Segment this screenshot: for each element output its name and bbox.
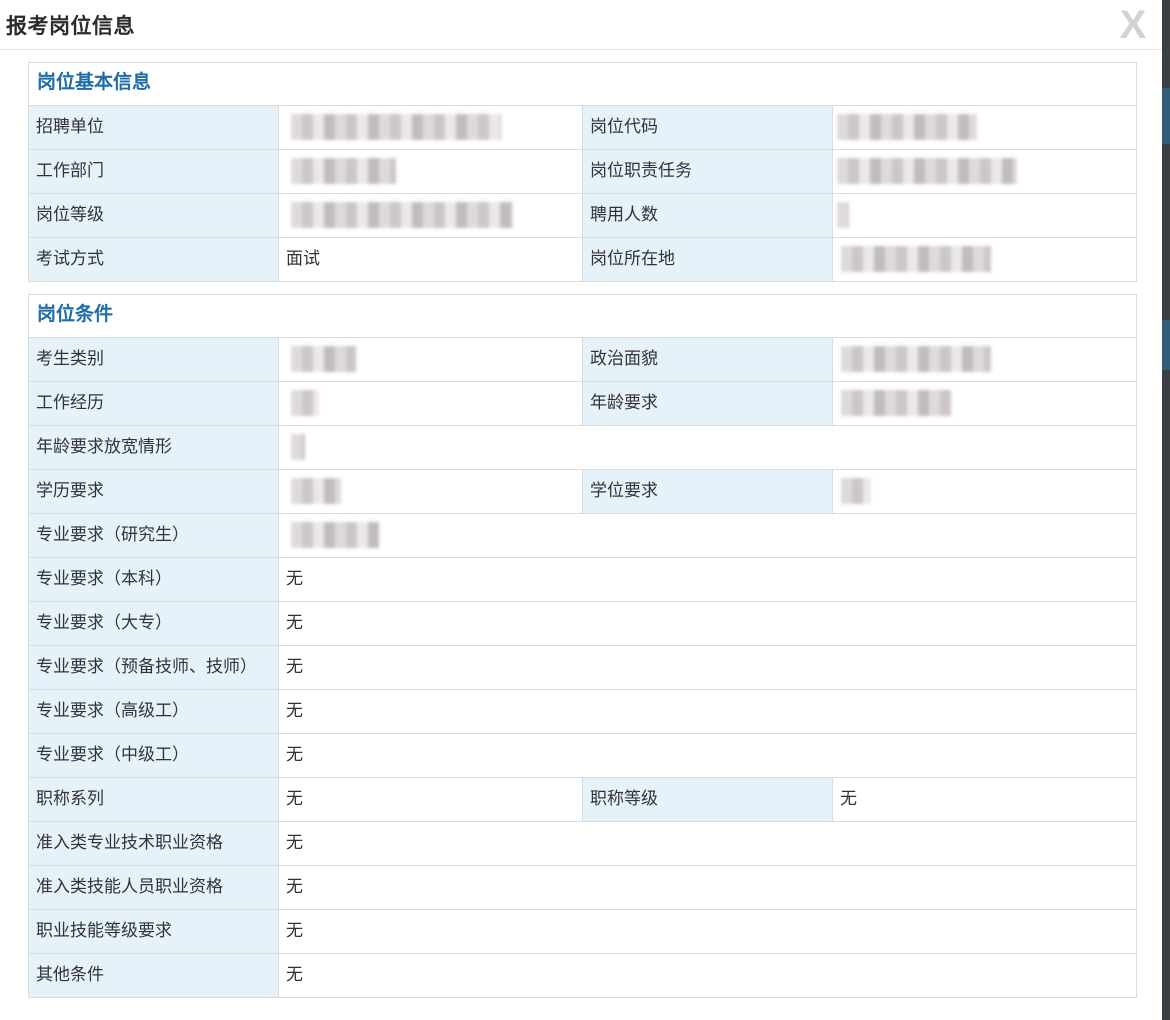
table-row: 专业要求（本科） 无 <box>29 558 1136 602</box>
label-post-code: 岗位代码 <box>583 106 833 149</box>
table-row: 学历要求 学位要求 <box>29 470 1136 514</box>
background-page-edge <box>1162 0 1170 1020</box>
redacted-value <box>291 522 379 548</box>
value-other-conditions: 无 <box>279 954 1136 997</box>
redacted-value <box>841 246 991 272</box>
background-accent <box>1162 88 1170 144</box>
label-title-level: 职称等级 <box>583 778 833 821</box>
redacted-value <box>837 202 849 228</box>
close-button[interactable]: X <box>1116 3 1150 47</box>
value-professional-qualification: 无 <box>279 822 1136 865</box>
label-professional-qualification: 准入类专业技术职业资格 <box>29 822 279 865</box>
table-row: 准入类技能人员职业资格 无 <box>29 866 1136 910</box>
table-row: 准入类专业技术职业资格 无 <box>29 822 1136 866</box>
label-political-status: 政治面貌 <box>583 338 833 381</box>
table-row: 考生类别 政治面貌 <box>29 338 1136 382</box>
value-age-relax <box>279 426 1136 469</box>
label-skill-level: 职业技能等级要求 <box>29 910 279 953</box>
label-education: 学历要求 <box>29 470 279 513</box>
label-age-relax: 年龄要求放宽情形 <box>29 426 279 469</box>
job-info-modal: 报考岗位信息 X 岗位基本信息 招聘单位 岗位代码 工作部门 岗位职责任务 岗位… <box>0 0 1162 1020</box>
value-major-postgrad <box>279 514 1136 557</box>
modal-header: 报考岗位信息 X <box>0 0 1162 50</box>
label-age-requirement: 年龄要求 <box>583 382 833 425</box>
value-title-level: 无 <box>833 778 1136 821</box>
value-work-experience <box>279 382 583 425</box>
value-skill-qualification: 无 <box>279 866 1136 909</box>
table-row: 专业要求（高级工） 无 <box>29 690 1136 734</box>
label-location: 岗位所在地 <box>583 238 833 281</box>
label-candidate-type: 考生类别 <box>29 338 279 381</box>
table-row: 职业技能等级要求 无 <box>29 910 1136 954</box>
table-row: 招聘单位 岗位代码 <box>29 106 1136 150</box>
table-row: 职称系列 无 职称等级 无 <box>29 778 1136 822</box>
section-title-conditions: 岗位条件 <box>29 295 1136 338</box>
value-headcount <box>833 194 1136 237</box>
label-department: 工作部门 <box>29 150 279 193</box>
table-row: 考试方式 面试 岗位所在地 <box>29 238 1136 282</box>
table-row: 岗位等级 聘用人数 <box>29 194 1136 238</box>
label-major-bachelor: 专业要求（本科） <box>29 558 279 601</box>
section-title-basic: 岗位基本信息 <box>29 63 1136 106</box>
modal-title: 报考岗位信息 <box>6 14 135 38</box>
value-degree <box>833 470 1136 513</box>
value-major-bachelor: 无 <box>279 558 1136 601</box>
table-row: 年龄要求放宽情形 <box>29 426 1136 470</box>
background-accent <box>1162 320 1170 370</box>
label-exam-method: 考试方式 <box>29 238 279 281</box>
table-row: 专业要求（预备技师、技师） 无 <box>29 646 1136 690</box>
label-degree: 学位要求 <box>583 470 833 513</box>
label-work-experience: 工作经历 <box>29 382 279 425</box>
redacted-value <box>291 434 305 460</box>
label-major-senior-worker: 专业要求（高级工） <box>29 690 279 733</box>
table-row: 专业要求（研究生） <box>29 514 1136 558</box>
redacted-value <box>291 202 513 228</box>
conditions-section: 岗位条件 考生类别 政治面貌 工作经历 年龄要求 年龄要求放宽情形 学历要求 学… <box>28 294 1137 998</box>
table-row: 专业要求（中级工） 无 <box>29 734 1136 778</box>
table-row: 其他条件 无 <box>29 954 1136 998</box>
table-row: 工作部门 岗位职责任务 <box>29 150 1136 194</box>
label-major-technician: 专业要求（预备技师、技师） <box>29 646 279 689</box>
label-duties: 岗位职责任务 <box>583 150 833 193</box>
label-title-series: 职称系列 <box>29 778 279 821</box>
basic-info-section: 岗位基本信息 招聘单位 岗位代码 工作部门 岗位职责任务 岗位等级 聘用人数 考… <box>28 62 1137 282</box>
label-skill-qualification: 准入类技能人员职业资格 <box>29 866 279 909</box>
redacted-value <box>841 346 991 372</box>
value-major-college: 无 <box>279 602 1136 645</box>
redacted-value <box>837 114 977 140</box>
redacted-value <box>291 478 341 504</box>
value-title-series: 无 <box>279 778 583 821</box>
value-major-intermediate-worker: 无 <box>279 734 1136 777</box>
value-skill-level: 无 <box>279 910 1136 953</box>
table-row: 专业要求（大专） 无 <box>29 602 1136 646</box>
label-headcount: 聘用人数 <box>583 194 833 237</box>
label-major-intermediate-worker: 专业要求（中级工） <box>29 734 279 777</box>
label-major-postgrad: 专业要求（研究生） <box>29 514 279 557</box>
label-major-college: 专业要求（大专） <box>29 602 279 645</box>
table-row: 工作经历 年龄要求 <box>29 382 1136 426</box>
redacted-value <box>291 114 501 140</box>
label-post-level: 岗位等级 <box>29 194 279 237</box>
label-other-conditions: 其他条件 <box>29 954 279 997</box>
redacted-value <box>837 158 1017 184</box>
redacted-value <box>291 158 396 184</box>
label-recruiting-unit: 招聘单位 <box>29 106 279 149</box>
redacted-value <box>841 478 871 504</box>
value-major-technician: 无 <box>279 646 1136 689</box>
value-major-senior-worker: 无 <box>279 690 1136 733</box>
redacted-value <box>841 390 951 416</box>
redacted-value <box>291 346 356 372</box>
value-exam-method: 面试 <box>279 238 583 281</box>
redacted-value <box>291 390 319 416</box>
